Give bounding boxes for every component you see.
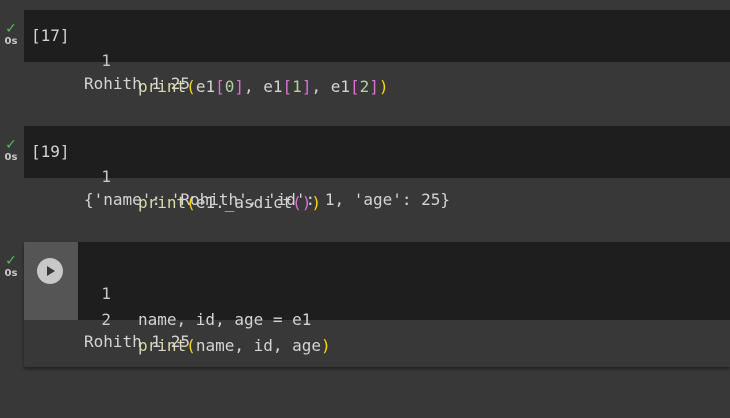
code-cell-17[interactable]: ✓ 0s [17] 1 print(e1[0], e1[1], e1[2]) R… [0,10,730,100]
code-editor[interactable]: [19] 1 print(e1._asdict()) [24,126,730,212]
code-token: e1 [195,77,216,96]
line-number: 1 [101,167,111,186]
code-cell-active[interactable]: ✓ 0s 1 name, id, age = e1 2 print(name, … [0,242,730,372]
cell-output: Rohith 1 25 [84,74,190,93]
cell-status: ✓ 0s [0,22,22,48]
cell-status: ✓ 0s [0,254,22,280]
code-token: ) [378,77,389,96]
code-line[interactable]: 1 print(e1[0], e1[1], e1[2]) [24,22,388,96]
code-token: , e1 [311,77,350,96]
code-token: [ [349,77,360,96]
check-icon: ✓ [5,253,17,269]
code-line[interactable]: 1 name, id, age = e1 [24,255,311,329]
execution-time: 0s [4,152,18,163]
code-token: [ [282,77,293,96]
code-token: ] [234,77,244,96]
check-icon: ✓ [5,21,17,37]
code-token: 1 [292,77,302,96]
line-number: 1 [101,51,111,70]
code-editor[interactable]: [17] 1 print(e1[0], e1[1], e1[2]) [24,10,730,96]
code-token: name, id, age [195,336,322,355]
check-icon: ✓ [5,137,17,153]
code-token: ] [369,77,379,96]
cell-output: Rohith 1 25 [84,332,190,351]
code-line[interactable]: 2 print(name, id, age) [24,281,330,355]
execution-time: 0s [4,36,18,47]
cell-status: ✓ 0s [0,138,22,164]
code-token: ) [321,336,331,355]
code-editor[interactable]: 1 name, id, age = e1 2 print(name, id, a… [78,242,730,355]
code-token: name, id, age = e1 [138,310,312,329]
execution-time: 0s [4,268,18,279]
code-token: , e1 [244,77,283,96]
code-cell-19[interactable]: ✓ 0s [19] 1 print(e1._asdict()) {'name':… [0,126,730,216]
line-number: 1 [101,284,111,303]
code-line[interactable]: 1 print(e1._asdict()) [24,138,321,212]
code-token: [ [215,77,225,96]
code-text: name, id, age = e1 [138,307,311,333]
code-token: 0 [224,77,235,96]
line-number: 2 [101,310,111,329]
code-token: 2 [359,77,370,96]
code-token: ] [301,77,312,96]
cell-output: {'name': 'Rohith', 'id': 1, 'age': 25} [84,190,451,209]
